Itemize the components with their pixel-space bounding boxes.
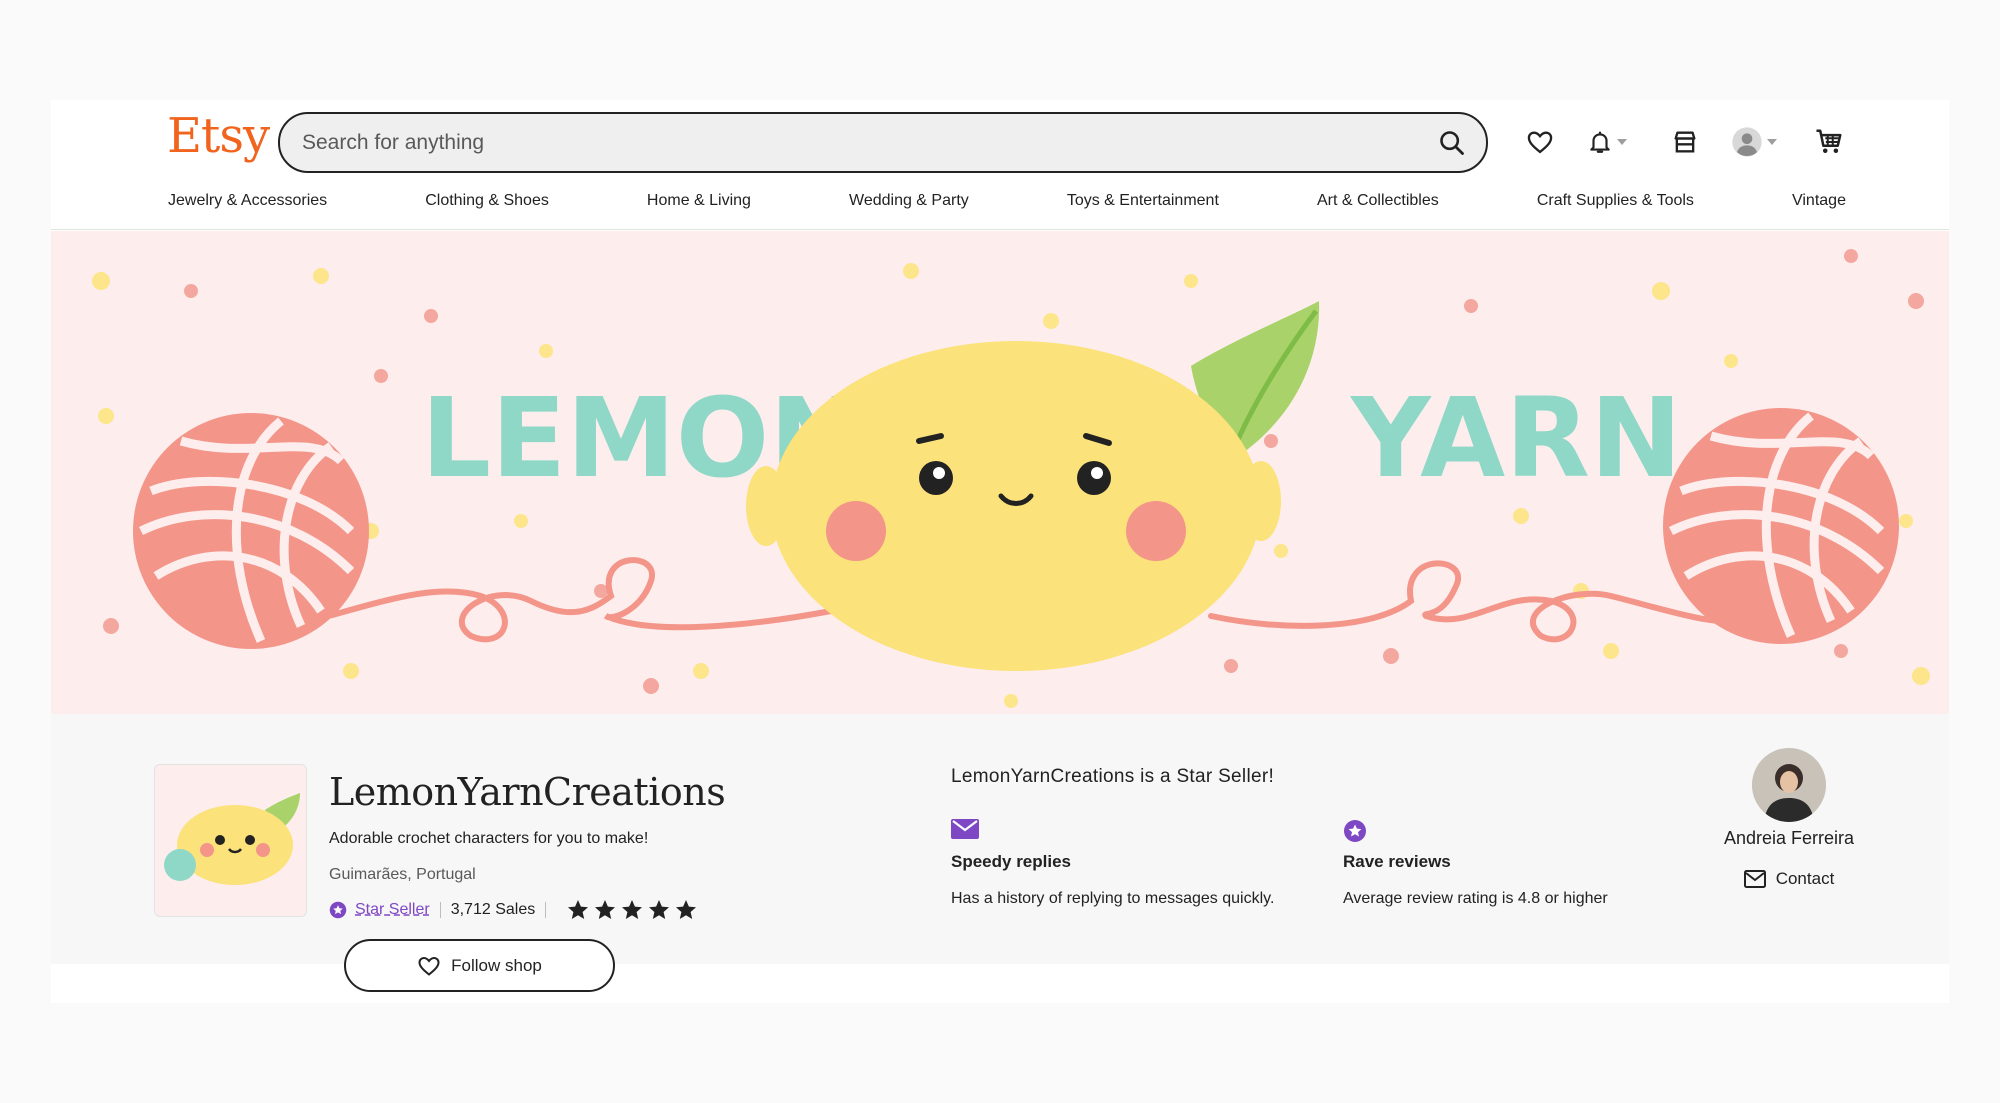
category-clothing[interactable]: Clothing & Shoes — [425, 192, 549, 210]
rating-stars[interactable] — [566, 898, 698, 922]
site-header: Etsy Jewelry & Accessories Clothing & Sh… — [51, 100, 1949, 230]
heart-icon — [1527, 131, 1553, 154]
star-icon — [568, 900, 589, 919]
banner-word-right: YARN — [1349, 374, 1682, 502]
shop-banner: LEMON YARN — [51, 231, 1949, 714]
category-home[interactable]: Home & Living — [647, 192, 751, 210]
bell-icon — [1590, 131, 1610, 153]
shop-manager-button[interactable] — [1671, 120, 1699, 164]
category-wedding[interactable]: Wedding & Party — [849, 192, 969, 210]
envelope-icon — [951, 819, 979, 839]
chevron-down-icon — [1617, 139, 1627, 145]
star-icon — [676, 900, 697, 919]
category-jewelry[interactable]: Jewelry & Accessories — [168, 192, 327, 210]
star-icon — [649, 900, 670, 919]
feature-description: Has a history of replying to messages qu… — [951, 890, 1275, 907]
banner-illustration: LEMON YARN — [92, 249, 1930, 708]
shop-logo[interactable] — [154, 764, 307, 917]
star-seller-link[interactable]: Star Seller — [355, 901, 430, 919]
account-button[interactable] — [1731, 120, 1777, 164]
shop-name: LemonYarnCreations — [329, 770, 726, 814]
star-badge-icon — [1344, 820, 1366, 842]
category-vintage[interactable]: Vintage — [1792, 192, 1846, 210]
category-nav: Jewelry & Accessories Clothing & Shoes H… — [168, 192, 1846, 210]
yarn-ball-right-icon — [1663, 408, 1899, 644]
heart-icon — [418, 956, 440, 976]
shop-owner: Andreia Ferreira Contact — [1719, 748, 1859, 889]
account-icon — [1732, 127, 1762, 157]
etsy-logo[interactable]: Etsy — [167, 108, 270, 164]
search-button[interactable] — [1434, 125, 1470, 161]
divider — [439, 902, 441, 918]
search-bar — [278, 112, 1488, 173]
feature-description: Average review rating is 4.8 or higher — [1343, 890, 1608, 907]
shop-manager-icon — [1674, 131, 1696, 153]
star-icon — [622, 900, 643, 919]
star-seller-badge-icon — [329, 901, 347, 919]
sales-count: 3,712 Sales — [450, 901, 536, 918]
shop-page: Etsy Jewelry & Accessories Clothing & Sh… — [51, 100, 1949, 1003]
divider — [545, 902, 547, 918]
follow-shop-label: Follow shop — [451, 955, 542, 975]
category-art[interactable]: Art & Collectibles — [1317, 192, 1439, 210]
mail-icon — [1743, 870, 1766, 888]
lemon-character-icon — [746, 301, 1320, 671]
search-input[interactable] — [302, 126, 1402, 160]
contact-label: Contact — [1775, 869, 1835, 888]
favorites-button[interactable] — [1526, 120, 1554, 164]
category-toys[interactable]: Toys & Entertainment — [1067, 192, 1219, 210]
cart-icon — [1816, 129, 1842, 153]
shop-tagline: Adorable crochet characters for you to m… — [329, 830, 649, 847]
feature-title: Speedy replies — [951, 852, 1072, 871]
lemon-logo-icon — [164, 793, 300, 885]
search-icon — [1440, 131, 1464, 155]
yarn-ball-left-icon — [133, 413, 369, 649]
person-photo-icon — [1752, 748, 1826, 822]
star-icon — [595, 900, 616, 919]
cart-button[interactable] — [1814, 120, 1844, 164]
shop-info-section: LemonYarnCreations Adorable crochet char… — [51, 714, 1949, 992]
follow-shop-button[interactable]: Follow shop — [344, 939, 615, 992]
shop-meta: Star Seller 3,712 Sales — [329, 898, 698, 922]
feature-speedy-replies: Speedy replies Has a history of replying… — [951, 819, 1274, 908]
category-craft-supplies[interactable]: Craft Supplies & Tools — [1537, 192, 1694, 210]
chevron-down-icon — [1767, 139, 1777, 145]
feature-rave-reviews: Rave reviews Average review rating is 4.… — [1343, 819, 1608, 908]
owner-avatar[interactable] — [1752, 748, 1826, 822]
notifications-button[interactable] — [1587, 120, 1627, 164]
shop-location: Guimarães, Portugal — [329, 866, 476, 883]
star-seller-title: LemonYarnCreations is a Star Seller! — [951, 766, 1275, 787]
owner-name: Andreia Ferreira — [1723, 828, 1855, 848]
contact-button[interactable]: Contact — [1719, 869, 1859, 889]
feature-title: Rave reviews — [1343, 852, 1451, 871]
